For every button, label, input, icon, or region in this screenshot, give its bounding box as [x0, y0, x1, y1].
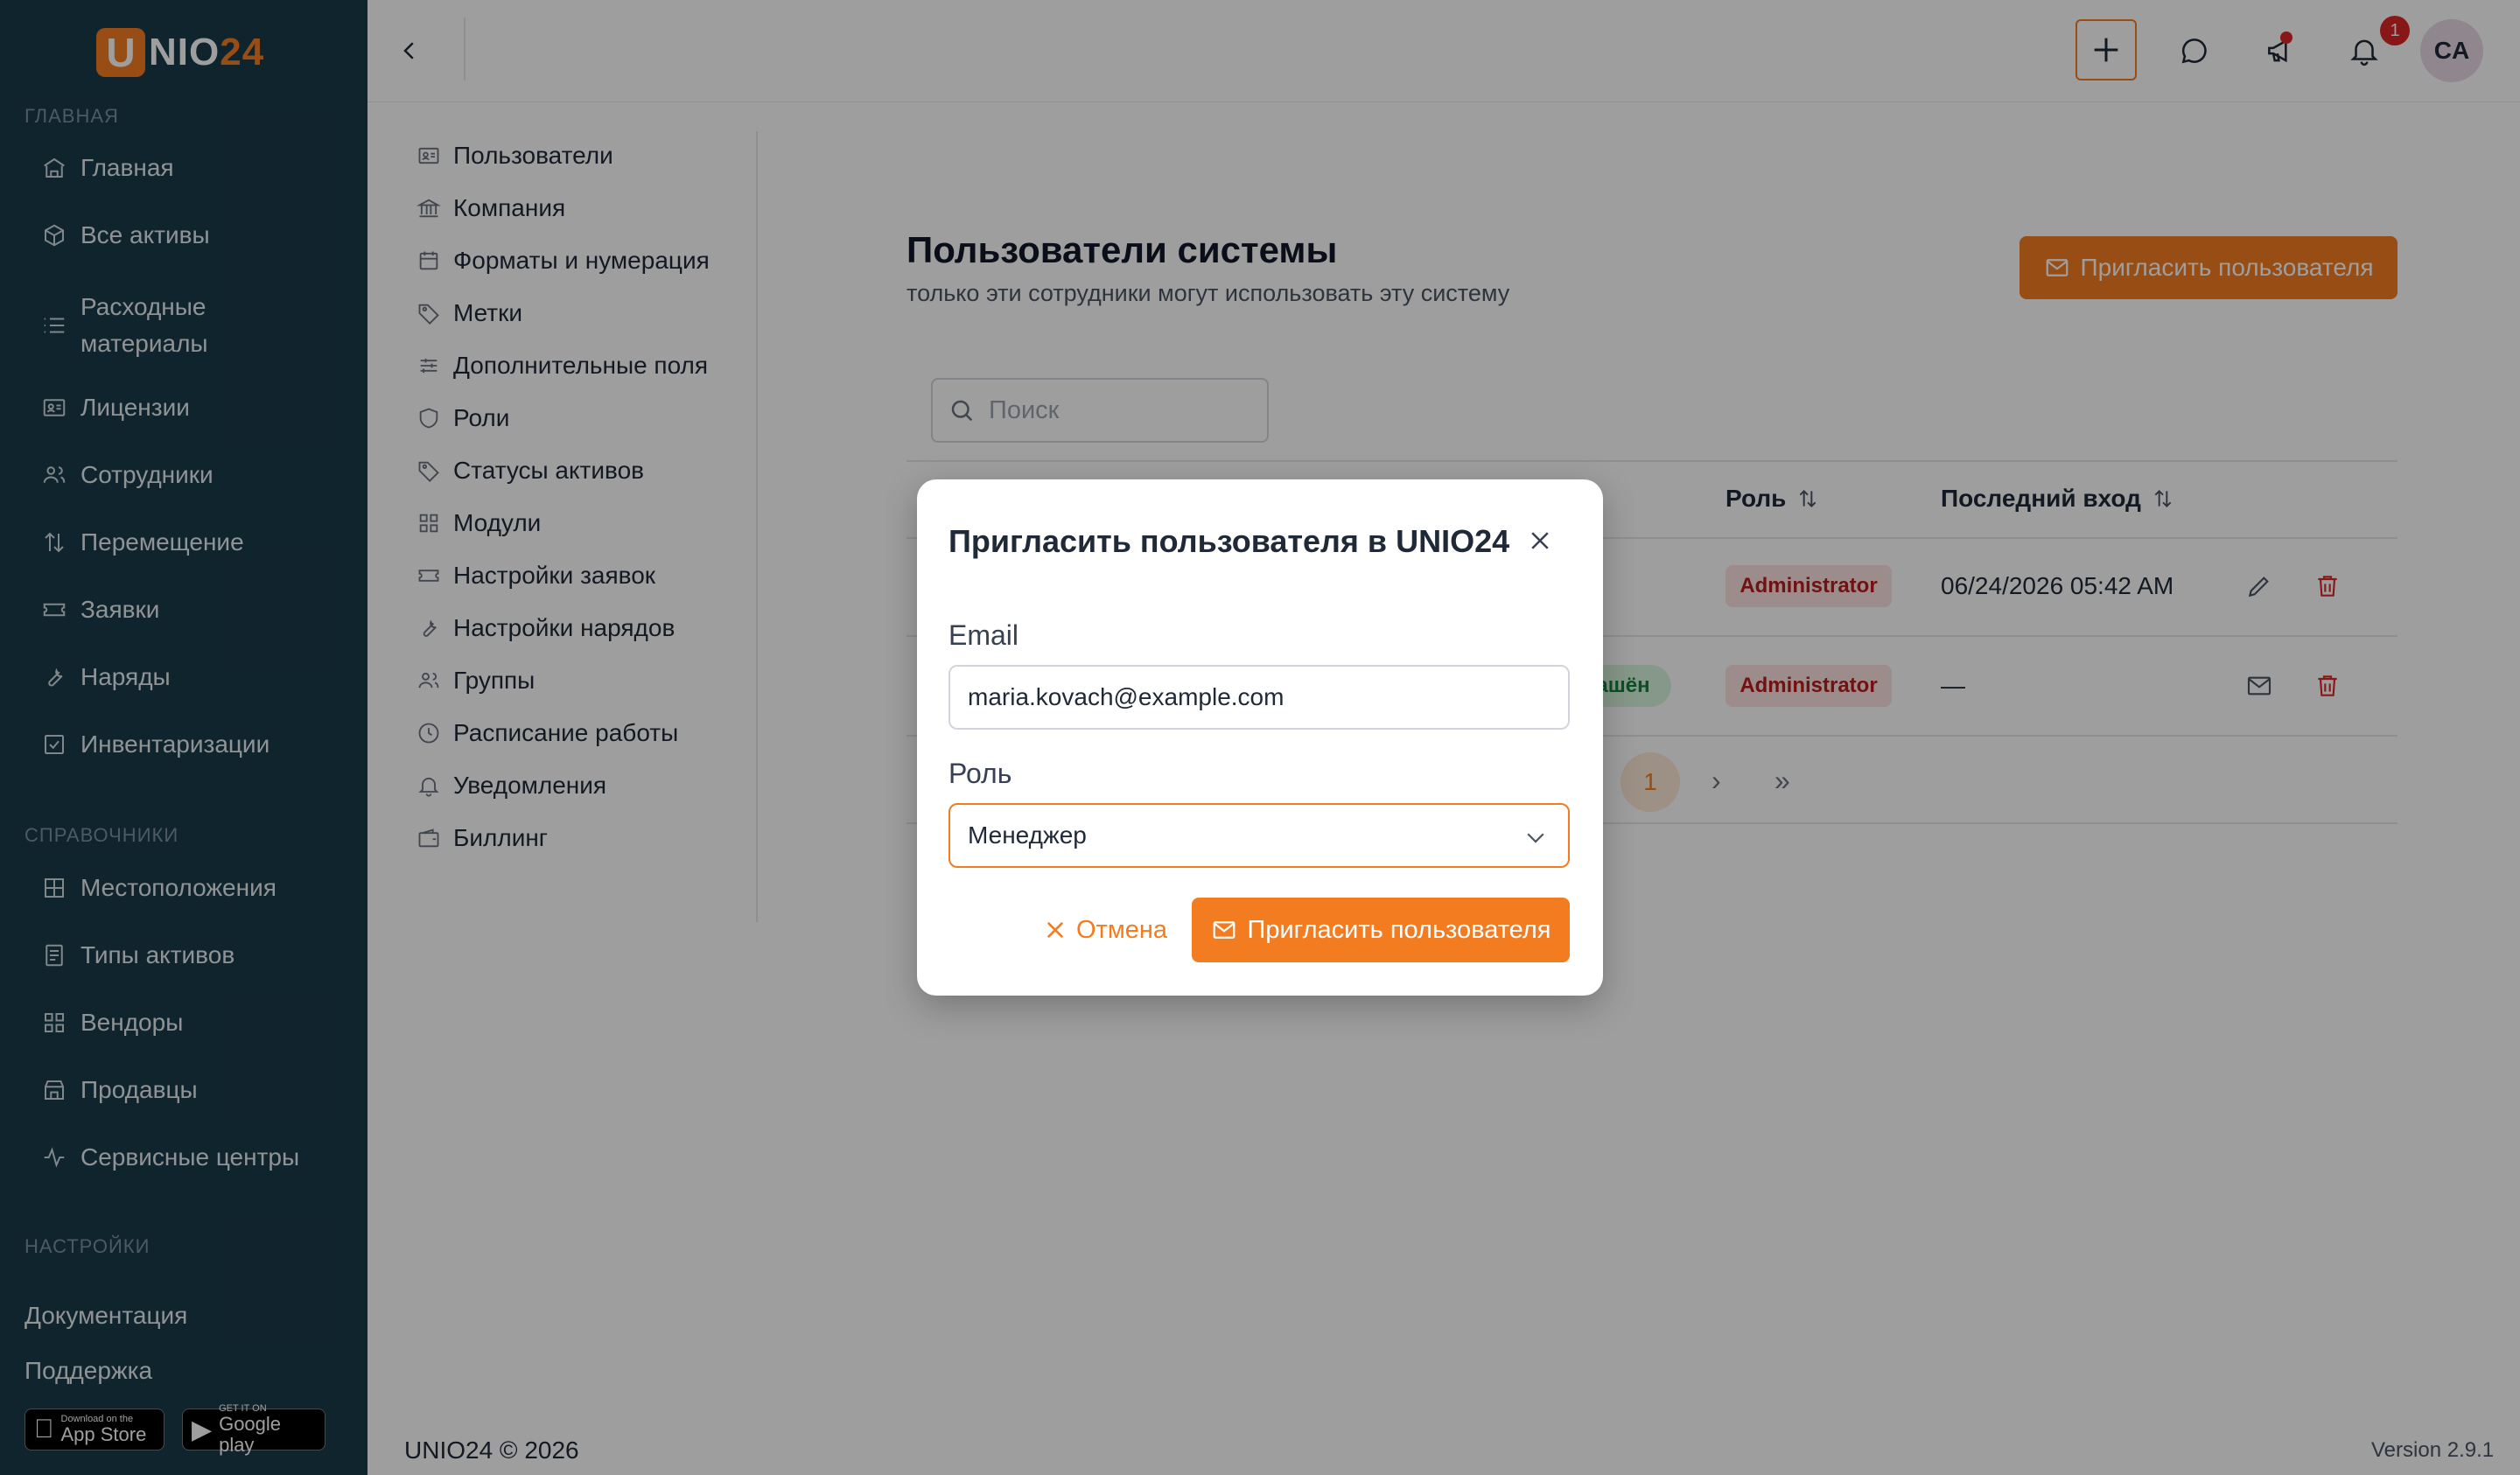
role-select[interactable]: Менеджер: [948, 803, 1570, 868]
invite-user-modal: Пригласить пользователя в UNIO24 Email Р…: [917, 479, 1603, 996]
modal-close-button[interactable]: [1522, 523, 1558, 558]
role-label: Роль: [948, 758, 1012, 789]
cancel-button[interactable]: Отмена: [1031, 898, 1180, 962]
submit-invite-button[interactable]: Пригласить пользователя: [1192, 898, 1570, 962]
email-field[interactable]: [948, 665, 1570, 730]
chevron-down-icon: [1527, 833, 1544, 843]
close-icon: [1531, 532, 1549, 549]
email-label: Email: [948, 619, 1019, 651]
mail-icon: [1213, 921, 1235, 939]
role-select-value: Менеджер: [968, 821, 1087, 849]
modal-title: Пригласить пользователя в UNIO24: [948, 523, 1510, 559]
close-icon: [1046, 921, 1064, 939]
